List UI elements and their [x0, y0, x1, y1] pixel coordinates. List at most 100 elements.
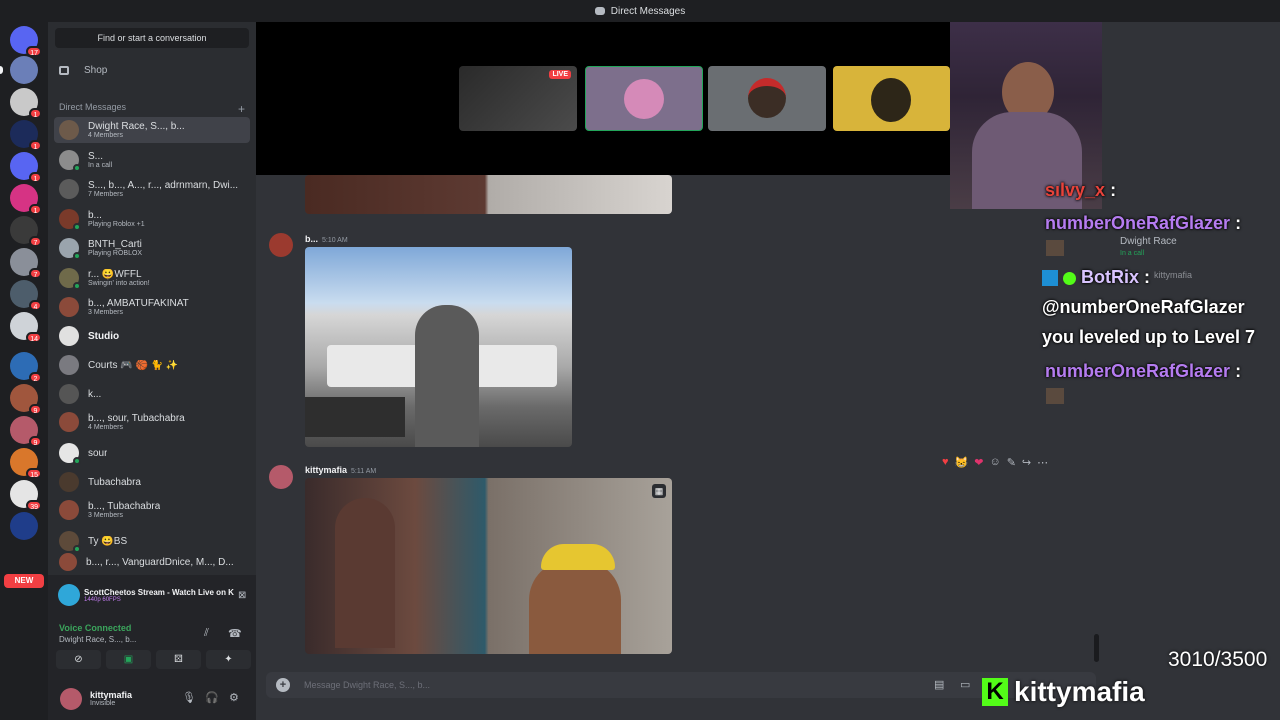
- avatar: [59, 150, 81, 172]
- avatar: [59, 297, 79, 317]
- add-reaction-icon[interactable]: ☺: [989, 456, 1000, 468]
- noise-suppression-icon[interactable]: ⫽: [204, 627, 209, 640]
- gear-icon[interactable]: ⚙: [229, 691, 239, 704]
- server-icon[interactable]: 39: [10, 480, 42, 511]
- server-icon[interactable]: 1: [10, 152, 42, 183]
- avatar: [59, 209, 81, 231]
- dm-item[interactable]: Courts 🎮 🏀 🐈 ✨: [54, 352, 250, 378]
- dm-item[interactable]: Studio: [54, 323, 250, 349]
- microphone-icon[interactable]: 🎙: [182, 691, 196, 704]
- avatar: [59, 531, 81, 553]
- dm-item[interactable]: S... In a call: [54, 147, 250, 173]
- cat-emoji-icon[interactable]: 😸: [955, 456, 969, 469]
- username: kittymafia: [90, 690, 133, 700]
- more-icon[interactable]: ⋯: [1037, 456, 1048, 469]
- stream-title: ScottCheetos Stream - Watch Live on Kick…: [84, 587, 234, 597]
- avatar[interactable]: [269, 233, 293, 257]
- avatar: [871, 78, 911, 122]
- dm-item[interactable]: k...: [54, 381, 250, 407]
- avatar[interactable]: [60, 687, 82, 710]
- avatar: [59, 355, 79, 375]
- forward-icon[interactable]: ↪: [1022, 456, 1031, 469]
- server-rail: 17 1 1 1 1 7 7 4 14 2 9 9 15 39 NEW: [0, 22, 48, 720]
- video-attachment[interactable]: ▦: [305, 478, 672, 654]
- chat-line: @numberOneRafGlazer: [1042, 297, 1245, 317]
- dm-item[interactable]: sour: [54, 440, 250, 466]
- server-icon[interactable]: 2: [10, 352, 42, 383]
- server-icon[interactable]: [10, 512, 38, 540]
- chat-line: numberOneRafGlazer :: [1045, 361, 1242, 381]
- dm-item[interactable]: b..., sour, Tubachabra 4 Members: [54, 409, 250, 435]
- create-dm-button[interactable]: +: [238, 102, 245, 116]
- browser-icon: [58, 584, 80, 606]
- dm-item[interactable]: b..., r..., VanguardDnice, M..., D...: [54, 552, 250, 572]
- server-icon[interactable]: 1: [10, 184, 42, 215]
- message-input[interactable]: Message Dwight Race, S..., b...: [304, 680, 430, 690]
- add-attachment-icon[interactable]: +: [276, 678, 290, 692]
- voice-status: Voice Connected: [59, 623, 132, 633]
- chat-line: you leveled up to Level 7: [1042, 327, 1256, 347]
- server-icon[interactable]: 1: [10, 120, 42, 151]
- message-author[interactable]: kittymafia 5:11 AM: [305, 465, 376, 475]
- avatar[interactable]: [269, 465, 293, 489]
- dm-item[interactable]: b... Playing Roblox +1: [54, 206, 250, 232]
- dm-item[interactable]: Ty 😀BS: [54, 528, 250, 554]
- heart-icon[interactable]: ♥: [942, 456, 949, 468]
- disconnect-icon[interactable]: ☎: [228, 627, 242, 640]
- live-badge: LIVE: [549, 70, 571, 79]
- kick-logo-icon: K: [982, 678, 1008, 706]
- server-icon[interactable]: 9: [10, 416, 42, 447]
- avatar: [59, 412, 79, 432]
- dm-item[interactable]: r... 😀WFFL Swingin' into action!: [54, 265, 250, 291]
- activity-button[interactable]: ⚄: [156, 650, 201, 669]
- headphones-icon[interactable]: 🎧: [205, 691, 219, 704]
- server-icon[interactable]: 1: [10, 88, 42, 119]
- stream-tile[interactable]: LIVE: [459, 66, 577, 131]
- soundboard-button[interactable]: ✦: [206, 650, 251, 669]
- video-attachment[interactable]: [305, 175, 672, 214]
- dm-item[interactable]: Tubachabra: [54, 469, 250, 495]
- shop-link[interactable]: Shop: [59, 62, 107, 78]
- dm-sidebar: Find or start a conversation Shop Direct…: [48, 22, 256, 720]
- new-badge: NEW: [4, 574, 44, 588]
- participant-tile[interactable]: [708, 66, 826, 131]
- server-icon[interactable]: 4: [10, 280, 42, 311]
- dm-item[interactable]: b..., AMBATUFAKINAT 3 Members: [54, 294, 250, 320]
- shop-icon: [59, 65, 69, 75]
- heart-emoji-icon[interactable]: ❤: [974, 456, 983, 469]
- dm-header-label: Direct Messages: [59, 102, 127, 112]
- message-actions: ♥ 😸 ❤ ☺ ✎ ↪ ⋯: [942, 452, 1082, 472]
- dm-item[interactable]: b..., Tubachabra 3 Members: [54, 497, 250, 523]
- gif-icon[interactable]: ▭: [960, 678, 970, 691]
- screen-share-button[interactable]: ▣: [106, 650, 151, 669]
- video-off-button[interactable]: ⊘: [56, 650, 101, 669]
- participant-tile[interactable]: [585, 66, 703, 131]
- discord-icon: [594, 7, 605, 15]
- server-icon[interactable]: 14: [10, 312, 42, 343]
- server-icon[interactable]: 15: [10, 448, 42, 479]
- image-attachment[interactable]: [305, 247, 572, 447]
- voice-channel[interactable]: Dwight Race, S..., b...: [59, 635, 136, 644]
- dm-item[interactable]: Dwight Race, S..., b... 4 Members: [54, 117, 250, 143]
- server-icon[interactable]: [10, 56, 38, 84]
- avatar: [748, 78, 786, 118]
- kitty-ghost: kittymafia: [1154, 270, 1193, 280]
- gift-icon[interactable]: ▤: [934, 678, 944, 691]
- shop-label: Shop: [84, 64, 108, 76]
- stream-preview[interactable]: ScottCheetos Stream - Watch Live on Kick…: [48, 575, 256, 615]
- message-composer[interactable]: + Message Dwight Race, S..., b... ▤ ▭: [266, 672, 1096, 698]
- dm-item[interactable]: BNTH_Carti Playing ROBLOX: [54, 235, 250, 261]
- home-button[interactable]: 17: [10, 26, 42, 57]
- server-icon[interactable]: 7: [10, 248, 42, 279]
- grid-icon[interactable]: ▦: [652, 484, 666, 498]
- server-icon[interactable]: 7: [10, 216, 42, 247]
- message-author[interactable]: b... 5:10 AM: [305, 234, 348, 244]
- participant-tile[interactable]: [833, 66, 950, 131]
- dm-item[interactable]: S..., b..., A..., r..., adrnmarn, Dwi...…: [54, 176, 250, 202]
- find-conversation-button[interactable]: Find or start a conversation: [55, 28, 249, 48]
- avatar: [59, 326, 79, 346]
- server-icon[interactable]: 9: [10, 384, 42, 415]
- scrollbar[interactable]: [1094, 634, 1099, 662]
- close-icon[interactable]: ⊠: [238, 590, 246, 601]
- edit-icon[interactable]: ✎: [1007, 456, 1016, 469]
